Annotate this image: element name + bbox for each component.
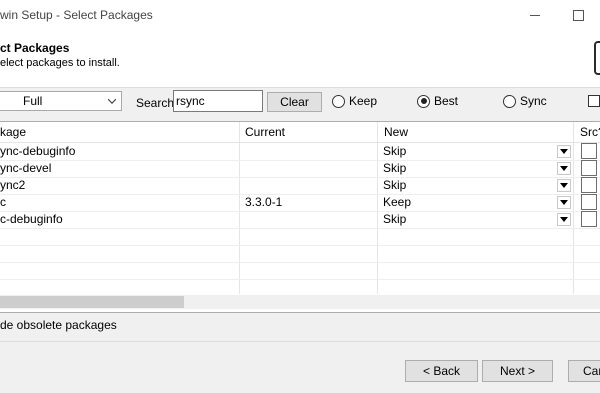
chevron-down-icon (104, 93, 120, 109)
footer-divider (0, 341, 600, 342)
table-row (0, 262, 600, 280)
column-header-new[interactable]: New (384, 122, 409, 143)
dropdown-arrow-icon[interactable] (557, 213, 571, 226)
back-button[interactable]: < Back (405, 360, 478, 382)
setup-logo-icon (594, 41, 600, 75)
dropdown-arrow-icon[interactable] (557, 179, 571, 192)
package-name: ync-debuginfo (0, 144, 76, 158)
table-row (0, 245, 600, 263)
radio-best[interactable]: Best (417, 94, 458, 108)
package-name: c (0, 195, 6, 209)
package-name: ync2 (0, 178, 26, 192)
column-header-current[interactable]: Current (245, 122, 286, 143)
radio-best-indicator (417, 94, 430, 108)
package-name: c-debuginfo (0, 212, 63, 226)
new-action-select[interactable]: Skip (380, 212, 572, 227)
radio-best-label: Best (434, 94, 459, 108)
new-action-value: Skip (383, 161, 407, 175)
new-action-value: Skip (383, 212, 407, 226)
new-action-value: Skip (383, 144, 407, 158)
next-button[interactable]: Next > (482, 360, 553, 382)
page-subtitle: elect packages to install. (0, 57, 120, 69)
toolbar-checkbox[interactable] (588, 95, 600, 107)
table-row (0, 228, 600, 246)
source-checkbox[interactable] (581, 177, 597, 193)
source-checkbox[interactable] (581, 211, 597, 227)
package-table: kage Current New Src? ync-debuginfoSkipy… (0, 121, 600, 313)
search-label: Search (136, 96, 175, 110)
radio-sync[interactable]: Sync (503, 94, 547, 108)
table-header-row (0, 122, 600, 143)
cancel-button[interactable]: Car (568, 360, 600, 382)
maximize-button[interactable] (556, 0, 600, 31)
radio-keep-label: Keep (349, 94, 378, 108)
new-action-select[interactable]: Skip (380, 144, 572, 159)
current-version: 3.3.0-1 (245, 195, 283, 209)
new-action-value: Skip (383, 178, 407, 192)
dropdown-arrow-icon[interactable] (557, 162, 571, 175)
radio-sync-indicator (503, 94, 516, 108)
new-action-select[interactable]: Skip (380, 178, 572, 193)
view-select-value: Full (23, 94, 43, 108)
package-name: ync-devel (0, 161, 52, 175)
page-header: ct Packages elect packages to install. (0, 31, 600, 88)
minimize-button[interactable] (514, 0, 556, 31)
column-header-src[interactable]: Src? (580, 122, 600, 143)
table-row[interactable]: ync-devel Skip (0, 160, 600, 178)
table-row[interactable]: c 3.3.0-1 Keep (0, 194, 600, 212)
new-action-value: Keep (383, 195, 412, 209)
hide-obsolete-label[interactable]: de obsolete packages (0, 318, 117, 332)
new-action-select[interactable]: Keep (380, 195, 572, 210)
view-select[interactable]: Full (0, 91, 122, 111)
radio-keep-indicator (332, 94, 345, 108)
search-input[interactable] (173, 90, 263, 112)
table-row[interactable]: ync2 Skip (0, 177, 600, 195)
radio-sync-label: Sync (520, 94, 547, 108)
window-title: win Setup - Select Packages (0, 8, 153, 22)
table-row[interactable]: ync-debuginfo Skip (0, 143, 600, 161)
column-header-package[interactable]: kage (0, 122, 27, 143)
clear-button[interactable]: Clear (267, 92, 322, 112)
page-title: ct Packages (0, 41, 70, 55)
source-checkbox[interactable] (581, 194, 597, 210)
maximize-icon (572, 10, 584, 21)
radio-keep[interactable]: Keep (332, 94, 377, 108)
new-action-select[interactable]: Skip (380, 161, 572, 176)
minimize-icon (530, 15, 540, 16)
dropdown-arrow-icon[interactable] (557, 196, 571, 209)
source-checkbox[interactable] (581, 143, 597, 159)
table-row[interactable]: c-debuginfo Skip (0, 211, 600, 229)
horizontal-scrollbar-thumb[interactable] (0, 296, 184, 308)
dropdown-arrow-icon[interactable] (557, 145, 571, 158)
source-checkbox[interactable] (581, 160, 597, 176)
